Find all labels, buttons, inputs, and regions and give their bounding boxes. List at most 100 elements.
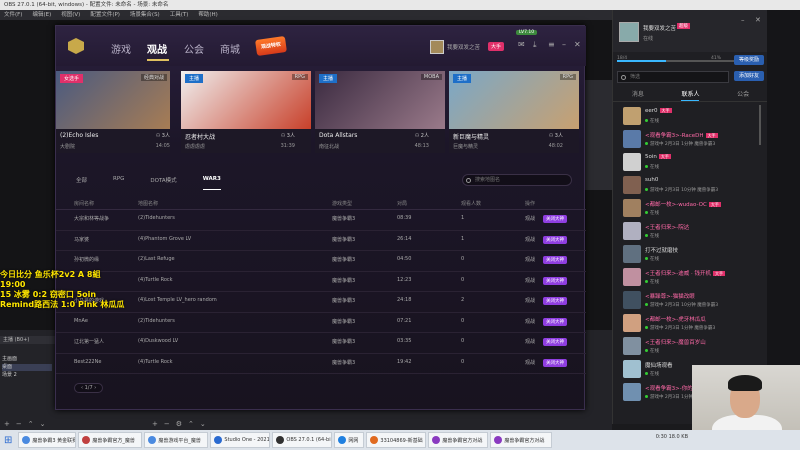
- table-row[interactable]: 小马哥的游戏 (4)Lost Temple LV_hero random 魔兽争霸3…: [56, 292, 586, 313]
- contact-item[interactable]: <都邮一枚>-虎牙林瓜瓜 游戏中 2月3日 1分钟 魔兽争霸3: [613, 312, 763, 334]
- taskbar-item[interactable]: 魔兽争霸3 黄金联赛: [18, 432, 77, 448]
- close-icon[interactable]: ✕: [755, 16, 761, 24]
- remove-icon[interactable]: −: [16, 420, 22, 428]
- spectate-link[interactable]: 观战: [525, 215, 535, 222]
- pagination[interactable]: ‹ 1/7 ›: [74, 383, 104, 393]
- join-button[interactable]: 关闭大神: [543, 276, 567, 285]
- minimize-icon[interactable]: –: [562, 40, 566, 49]
- spectate-link[interactable]: 观战: [525, 297, 535, 304]
- contact-item[interactable]: 打不过就磨技 在线: [613, 243, 763, 265]
- close-icon[interactable]: ✕: [574, 40, 581, 49]
- contact-item[interactable]: <暴躁尊>-猫猫改眼 游戏中 2月3日 10分钟 魔兽争霸3: [613, 289, 763, 311]
- move-down-icon[interactable]: ⌄: [200, 420, 206, 428]
- download-icon[interactable]: ⤓: [533, 40, 537, 50]
- taskbar-status: 0:30 18.0 KB: [655, 434, 688, 440]
- spectate-privilege-badge[interactable]: 观战特权: [255, 35, 287, 57]
- filter-rpg[interactable]: RPG: [113, 176, 124, 190]
- taskbar-item[interactable]: 魔兽争霸官方对战: [490, 432, 553, 448]
- spectate-link[interactable]: 观战: [525, 338, 535, 345]
- table-row[interactable]: 大宗和林等战争 (2)Tidehunters 魔兽争霸3 08:39 1 观战 关闭大神: [56, 210, 586, 231]
- move-up-icon[interactable]: ⌃: [28, 420, 34, 428]
- taskbar-item[interactable]: 魔兽争霸官方对战: [428, 432, 489, 448]
- filter-war3[interactable]: WAR3: [202, 176, 221, 190]
- menu-icon[interactable]: ≡: [548, 40, 555, 49]
- tab-spectate[interactable]: 观战: [147, 41, 167, 56]
- contact-item[interactable]: 5oin 大手 在线: [613, 151, 763, 173]
- spectate-link[interactable]: 观战: [525, 256, 535, 263]
- tab-contacts[interactable]: 联系人: [681, 88, 700, 101]
- contact-status-text: 游戏中 2月3日 10分钟 魔兽争霸3: [650, 303, 719, 308]
- tab-games[interactable]: 游戏: [111, 41, 131, 56]
- level-reward-button[interactable]: 等级奖励: [734, 55, 764, 65]
- filter-all[interactable]: 全部: [76, 176, 87, 190]
- join-button[interactable]: 关闭大神: [543, 256, 567, 264]
- scene-controls[interactable]: + − ⌃ ⌄: [4, 420, 46, 428]
- contact-item[interactable]: <王者归来>-迪威 · 钱开机 大手 在线: [613, 266, 763, 288]
- add-icon[interactable]: +: [152, 420, 158, 428]
- spectate-link[interactable]: 观战: [525, 359, 535, 366]
- menu-item[interactable]: 配置文件(P): [90, 10, 120, 20]
- join-button[interactable]: 关闭大神: [543, 297, 567, 305]
- status-text[interactable]: 在线: [643, 35, 653, 42]
- table-row[interactable]: 马家婆 (4)Phantom Grove LV 魔兽争霸3 26:14 1 观战 关闭大神: [56, 231, 586, 251]
- table-row[interactable]: (4)Turtle Rock 魔兽争霸3 12:23 0 观战 关闭大神: [56, 272, 586, 292]
- contact-item[interactable]: <王者归来>-魔兽百岁山 在线: [613, 335, 763, 357]
- table-row[interactable]: 辽北第一猛人 (4)Duskwood LV 魔兽争霸3 03:35 0 观战 关闭大神: [56, 333, 586, 354]
- menu-item[interactable]: 工具(T): [170, 10, 189, 20]
- menu-item[interactable]: 编辑(E): [32, 10, 51, 20]
- taskbar-item[interactable]: 33104869-新基础: [366, 432, 427, 448]
- stream-card[interactable]: 主播 RPG 新巨魔与精灵 巨魔与精灵 ⚇ 3人 48:02: [449, 71, 579, 153]
- spectate-link[interactable]: 观战: [525, 236, 535, 243]
- tab-messages[interactable]: 消息: [632, 88, 644, 101]
- windows-start-icon[interactable]: ⊞: [4, 435, 12, 446]
- spectate-link[interactable]: 观战: [525, 318, 535, 325]
- join-button[interactable]: 关闭大神: [543, 317, 567, 326]
- taskbar-item[interactable]: 魔兽争霸官方_魔兽: [78, 432, 143, 448]
- obs-scene-item[interactable]: 主画面: [2, 356, 52, 363]
- menu-item[interactable]: 场景集合(S): [130, 10, 160, 20]
- mail-icon[interactable]: ✉: [518, 40, 525, 49]
- contact-search-input[interactable]: 筛选: [617, 71, 729, 83]
- tab-guild[interactable]: 公会: [737, 88, 749, 101]
- tab-guild[interactable]: 公会: [184, 41, 204, 56]
- table-row[interactable]: Best222Ne (4)Turtle Rock 魔兽争霸3 19:42 0 观战 关闭大神: [56, 354, 586, 374]
- map-search-input[interactable]: 搜索地图名: [462, 174, 572, 186]
- join-button[interactable]: 关闭大神: [543, 235, 567, 244]
- source-controls[interactable]: + − ⚙ ⌃ ⌄: [152, 420, 206, 428]
- stream-card[interactable]: 主播 RPG 忍者村大战 虐虐虐虐 ⚇ 3人 31:39: [181, 71, 311, 153]
- contact-item[interactable]: <王者归来>-院达 在线: [613, 220, 763, 242]
- contact-item[interactable]: suh0 游戏中 2月3日 10分钟 魔兽争霸3: [613, 174, 763, 196]
- spectate-link[interactable]: 观战: [525, 277, 535, 284]
- avatar[interactable]: [430, 40, 444, 54]
- join-button[interactable]: 关闭大神: [543, 215, 567, 223]
- table-row[interactable]: 孙初微的缘 (2)Last Refuge 魔兽争霸3 04:50 0 观战 关闭大神: [56, 251, 586, 272]
- gear-icon[interactable]: ⚙: [176, 420, 182, 428]
- taskbar-item[interactable]: OBS 27.0.1 (64-bi: [272, 432, 333, 448]
- join-button[interactable]: 关闭大神: [543, 338, 567, 346]
- menu-item[interactable]: 视图(V): [61, 10, 80, 20]
- obs-scene-item[interactable]: 桌面: [2, 364, 52, 371]
- contact-item[interactable]: <都邮一枚>-wudao-OC 大手 在线: [613, 197, 763, 219]
- stream-card[interactable]: 主播 MOBA Dota Allstars 南征北战 ⚇ 2人 48:13: [315, 71, 445, 153]
- tab-store[interactable]: 商城: [220, 41, 240, 56]
- add-friend-button[interactable]: 添加好友: [734, 71, 764, 81]
- obs-scene-item[interactable]: 场景 2: [2, 372, 52, 379]
- join-button[interactable]: 关闭大神: [543, 358, 567, 367]
- menu-item[interactable]: 文件(F): [4, 10, 22, 20]
- table-row[interactable]: MnAe (2)Tidehunters 魔兽争霸3 07:21 0 观战 关闭大神: [56, 313, 586, 333]
- taskbar-item[interactable]: 魔兽游戏平台_魔兽: [144, 432, 209, 448]
- scrollbar[interactable]: [759, 105, 761, 145]
- move-up-icon[interactable]: ⌃: [188, 420, 194, 428]
- avatar[interactable]: [619, 22, 639, 42]
- menu-item[interactable]: 帮助(H): [198, 10, 217, 20]
- minimize-icon[interactable]: –: [741, 16, 745, 24]
- add-icon[interactable]: +: [4, 420, 10, 428]
- contact-item[interactable]: <观看争霸3>-RaceDH 大手 游戏中 2月3日 1分钟 魔兽争霸3: [613, 128, 763, 150]
- move-down-icon[interactable]: ⌄: [40, 420, 46, 428]
- stream-card[interactable]: 女选手 经典对战 (2)Echo Isles 大剧院 ⚇ 3人 14:05: [56, 71, 170, 153]
- contact-item[interactable]: eer0 大手 在线: [613, 105, 763, 127]
- taskbar-item[interactable]: Studio One - 2021: [210, 432, 271, 448]
- taskbar-item[interactable]: 网网: [334, 432, 365, 448]
- filter-dota[interactable]: DOTA模式: [150, 176, 176, 190]
- remove-icon[interactable]: −: [164, 420, 170, 428]
